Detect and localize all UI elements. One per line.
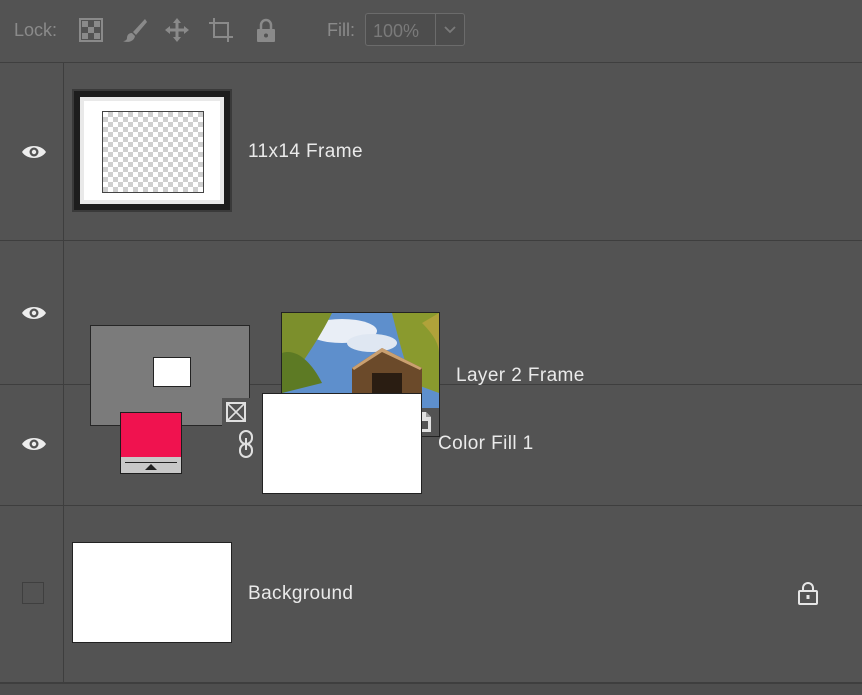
layers-list: 11x14 Frame Layer 2 Frame Color Fill 1 B… — [0, 63, 862, 694]
visibility-column — [0, 241, 64, 384]
fill-value[interactable]: 100% — [373, 21, 419, 42]
layer-name[interactable]: 11x14 Frame — [248, 141, 363, 163]
background-thumbnail — [72, 542, 232, 643]
fill-field[interactable]: 100% — [365, 13, 465, 46]
visibility-toggle-empty[interactable] — [22, 582, 44, 604]
layer-row-layer-2-frame[interactable]: Layer 2 Frame — [0, 241, 862, 437]
visibility-column — [0, 63, 64, 240]
fill-dropdown-button[interactable] — [435, 14, 464, 45]
fill-label: Fill: — [327, 20, 355, 40]
visibility-column — [0, 506, 64, 682]
layer-row-color-fill-1[interactable]: Color Fill 1 — [0, 385, 862, 506]
layer-name[interactable]: Color Fill 1 — [438, 433, 534, 455]
lock-all-icon[interactable] — [253, 17, 279, 43]
lock-icon[interactable] — [797, 581, 819, 605]
layer-mask-thumbnail[interactable] — [262, 393, 422, 494]
layer-name[interactable]: Background — [248, 583, 353, 605]
link-icon[interactable] — [237, 430, 255, 458]
lock-image-pixels-icon[interactable] — [122, 17, 148, 43]
fill-color-swatch — [121, 413, 181, 457]
lock-position-icon[interactable] — [164, 17, 190, 43]
lock-transparent-pixels-icon[interactable] — [78, 17, 104, 43]
visibility-column — [0, 385, 64, 505]
chevron-down-icon — [444, 26, 456, 34]
frame-thumbnail — [72, 89, 232, 212]
triangle-up-icon — [145, 464, 157, 470]
eye-icon[interactable] — [21, 304, 47, 322]
layer-name[interactable]: Layer 2 Frame — [456, 365, 585, 387]
eye-icon[interactable] — [21, 435, 47, 453]
panel-bottom-edge — [0, 683, 862, 695]
color-fill-swatch-thumbnail — [120, 412, 182, 474]
eye-icon[interactable] — [21, 143, 47, 161]
layer-row-11x14-frame[interactable]: 11x14 Frame — [0, 63, 862, 241]
lock-artboard-icon[interactable] — [208, 17, 234, 43]
lock-label: Lock: — [14, 20, 58, 40]
layer-row-background[interactable]: Background — [0, 506, 862, 683]
lock-toolbar: Lock: Fill: 100% — [0, 0, 862, 63]
